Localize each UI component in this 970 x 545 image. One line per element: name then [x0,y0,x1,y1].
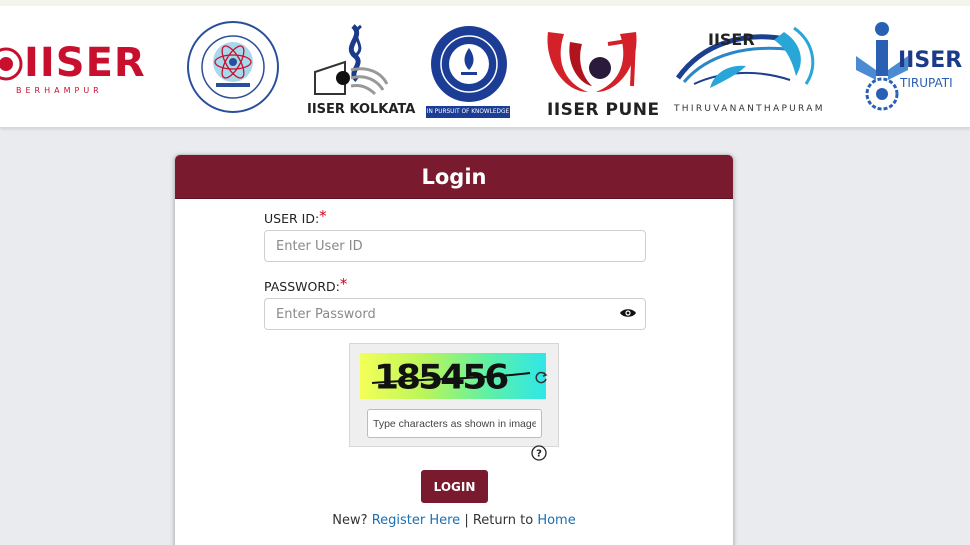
tvm-sub: THIRUVANANTHAPURAM [674,104,825,114]
password-input[interactable] [264,298,646,330]
required-asterisk: * [339,275,348,293]
iiser-mohali-logo: IN PURSUIT OF KNOWLEDGE [424,24,514,120]
iiser-kolkata-logo: IISER KOLKATA [305,22,415,122]
refresh-captcha-icon[interactable] [534,371,548,385]
password-label: PASSWORD:* [264,275,348,295]
login-card-header: Login [175,155,733,199]
return-to-text: Return to [472,513,534,528]
register-return-line: New? Register Here | Return to Home [175,513,733,528]
captcha-help-icon[interactable]: ? [531,445,547,461]
svg-text:?: ? [536,449,542,460]
iiser-berhampur-logo: IISER BERHAMPUR [0,36,156,102]
berhampur-name: IISER [24,40,146,86]
required-asterisk: * [319,207,327,225]
iiser-tvm-logo: IISER THIRUVANANTHAPURAM [672,20,832,120]
captcha-strike-line [371,372,531,384]
tvm-name: IISER [708,30,755,49]
bhopal-seal-icon [187,21,279,113]
tirupati-name: IISER [898,48,963,73]
password-label-text: PASSWORD: [264,279,340,294]
berhampur-emblem-icon [0,47,23,81]
show-password-eye-icon[interactable] [619,307,637,319]
footer-separator: | [464,513,469,528]
mohali-motto-banner: IN PURSUIT OF KNOWLEDGE [426,106,510,118]
captcha-input[interactable] [367,409,542,438]
iiser-bhopal-logo: INDIAN INSTITUTE OF SCIENCE EDUCATION AN… [186,20,280,114]
kolkata-name: IISER KOLKATA [307,102,416,117]
pune-name: IISER PUNE [547,100,660,120]
captcha-image: 185456 [360,353,546,399]
register-here-link[interactable]: Register Here [372,513,461,528]
user-id-input[interactable] [264,230,646,262]
mohali-motto: IN PURSUIT OF KNOWLEDGE [426,109,510,115]
mohali-seal-icon [431,26,507,102]
institute-logo-strip: IISER BERHAMPUR INDIAN INSTITUTE OF SCIE… [0,0,970,128]
login-card: Login USER ID:* PASSWORD:* 185456 ? LOGI… [174,154,734,545]
login-title: Login [421,164,487,189]
kolkata-emblem-icon [314,24,389,96]
login-button[interactable]: LOGIN [421,470,488,503]
iiser-pune-logo: IISER PUNE [540,22,659,122]
pune-emblem-icon [547,32,637,92]
new-user-text: New? [332,513,368,528]
berhampur-sub: BERHAMPUR [16,86,103,95]
user-id-label: USER ID:* [264,207,327,227]
iiser-tirupati-logo: IISER TIRUPATI [852,20,970,120]
home-link[interactable]: Home [537,513,575,528]
captcha-panel: 185456 [349,343,559,447]
user-id-label-text: USER ID: [264,211,320,226]
tirupati-sub: TIRUPATI [900,76,953,90]
